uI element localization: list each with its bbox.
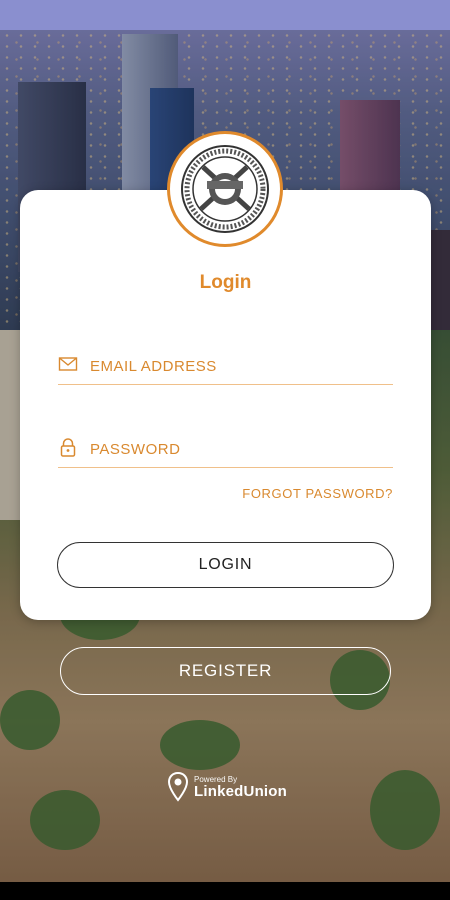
union-seal-logo: [167, 131, 283, 247]
map-pin-icon: [168, 772, 188, 802]
navigation-bar: [0, 882, 450, 900]
email-field-row: [58, 348, 393, 385]
powered-by-text: Powered By: [194, 774, 238, 784]
register-button[interactable]: REGISTER: [60, 647, 391, 695]
forgot-password-link[interactable]: FORGOT PASSWORD?: [242, 486, 393, 501]
lock-icon: [60, 438, 76, 457]
status-bar: [0, 0, 450, 30]
password-field-row: [58, 431, 393, 468]
seal-graphic: [181, 145, 269, 233]
envelope-icon: [58, 357, 78, 371]
password-input[interactable]: [90, 435, 390, 463]
login-card: Login FORGOT PASSWORD? LOGIN: [20, 190, 431, 620]
login-button[interactable]: LOGIN: [57, 542, 394, 588]
powered-by-linkedunion: Powered By LinkedUnion: [168, 770, 287, 804]
email-input[interactable]: [90, 352, 390, 380]
brand-name: LinkedUnion: [194, 782, 288, 800]
login-title: Login: [199, 272, 252, 293]
